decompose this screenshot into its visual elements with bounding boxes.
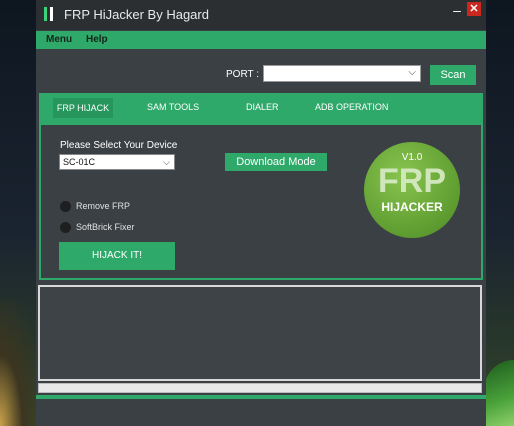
frp-hijacker-logo: V1.0 FRP HIJACKER (364, 142, 460, 238)
app-logo-icon (44, 7, 56, 21)
softbrick-fixer-label: SoftBrick Fixer (76, 222, 135, 232)
device-value: SC-01C (63, 157, 96, 167)
scan-button[interactable]: Scan (430, 65, 476, 85)
logo-hijacker-text: HIJACKER (381, 200, 443, 214)
remove-frp-radio[interactable] (60, 201, 71, 212)
device-select-label: Please Select Your Device (60, 140, 178, 151)
tab-bar: FRP HIJACK SAM TOOLS DIALER ADB OPERATIO… (39, 93, 483, 123)
menu-item-menu[interactable]: Menu (46, 34, 72, 45)
desktop-background (0, 300, 40, 426)
logo-frp-text: FRP (378, 162, 446, 200)
menu-item-help[interactable]: Help (86, 34, 108, 45)
desktop-wallpaper-leaf (484, 360, 514, 426)
log-output-area[interactable] (38, 285, 482, 381)
chevron-down-icon: ⌵ (408, 67, 416, 78)
app-window: FRP HiJacker By Hagard – ✕ Menu Help POR… (36, 0, 486, 426)
title-bar[interactable]: FRP HiJacker By Hagard – ✕ (36, 0, 486, 30)
menu-bar: Menu Help (36, 31, 486, 49)
download-mode-button[interactable]: Download Mode (225, 153, 327, 171)
tab-sam-tools[interactable]: SAM TOOLS (147, 102, 199, 112)
tab-adb-operation[interactable]: ADB OPERATION (315, 102, 388, 112)
window-title: FRP HiJacker By Hagard (64, 7, 209, 22)
port-label: PORT : (226, 69, 259, 80)
remove-frp-label: Remove FRP (76, 201, 131, 211)
tab-dialer[interactable]: DIALER (246, 102, 279, 112)
hijack-button[interactable]: HIJACK IT! (59, 242, 175, 270)
close-icon[interactable]: ✕ (467, 2, 481, 16)
port-select[interactable]: ⌵ (263, 65, 421, 82)
tab-frp-hijack[interactable]: FRP HIJACK (53, 98, 113, 118)
device-select[interactable]: SC-01C ⌵ (59, 154, 175, 170)
minimize-icon[interactable]: – (448, 3, 466, 20)
status-bar (36, 395, 486, 399)
chevron-down-icon: ⌵ (163, 157, 170, 167)
softbrick-fixer-radio[interactable] (60, 222, 71, 233)
progress-bar (38, 383, 482, 393)
